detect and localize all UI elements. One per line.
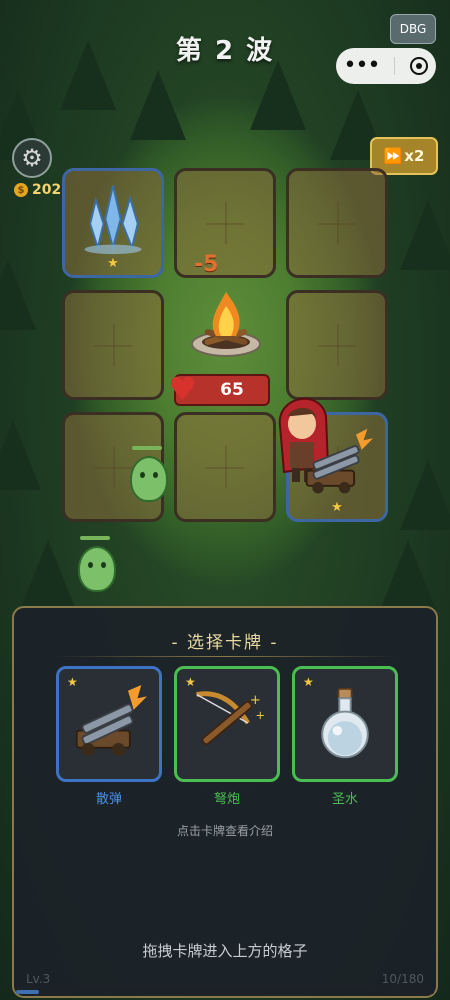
divider — [54, 656, 396, 657]
tree — [400, 460, 450, 530]
heart-icon: ♥ — [168, 370, 197, 408]
svg-text:+: + — [250, 693, 261, 708]
holy-water-icon — [321, 687, 369, 759]
slime-enemy — [78, 546, 116, 592]
speed-label: x2 — [404, 147, 425, 165]
slime-enemy — [130, 456, 168, 502]
card-crossbow[interactable]: ★ + + — [174, 666, 280, 782]
damage-number: -5 — [194, 252, 219, 277]
card-name: 散弹 — [95, 792, 122, 807]
miniprogram-capsule: ••• — [336, 48, 436, 84]
svg-text:+: + — [256, 708, 266, 722]
exp-bar-fill — [16, 990, 40, 994]
campfire-icon — [191, 292, 261, 357]
base-hp-value: 65 — [220, 380, 244, 400]
tree — [20, 540, 76, 610]
star-icon: ★ — [331, 500, 343, 515]
exp-bar — [16, 990, 434, 994]
enemy-hp-bar — [80, 536, 110, 540]
tree — [0, 420, 41, 490]
card-selection-panel: - 选择卡牌 - ★ ★ + + ★ 散弹 弩炮 圣水 点击卡牌查看介绍 拖拽卡… — [12, 606, 438, 998]
enemy-hp-bar — [132, 446, 162, 450]
grid-cell[interactable] — [62, 290, 164, 400]
panel-title: - 选择卡牌 - — [171, 633, 279, 653]
card-name: 弩炮 — [213, 792, 240, 807]
tap-hint: 点击卡牌查看介绍 — [176, 824, 273, 838]
debug-button[interactable]: DBG — [390, 14, 436, 44]
card-scatter[interactable]: ★ — [56, 666, 162, 782]
tree — [380, 540, 436, 610]
tree — [0, 260, 36, 330]
coin-icon: $ — [14, 183, 28, 197]
grid-cell[interactable]: ★ — [62, 168, 164, 278]
star-icon: ★ — [107, 256, 119, 271]
card-holy-water[interactable]: ★ — [292, 666, 398, 782]
level-label: Lv.3 — [26, 972, 51, 986]
card-name: 圣水 — [331, 792, 358, 807]
grid-cell[interactable] — [174, 168, 276, 278]
drag-hint: 拖拽卡牌进入上方的格子 — [142, 942, 308, 960]
tree — [130, 70, 186, 140]
grid-cell[interactable] — [286, 168, 388, 278]
tree — [400, 200, 450, 270]
cannon-icon — [305, 428, 374, 494]
grid-cell[interactable] — [286, 290, 388, 400]
ice-crystal-icon — [84, 185, 142, 255]
coin-amount: 202 — [32, 182, 62, 198]
capsule-divider — [394, 57, 396, 75]
fast-forward-icon: ⏩ — [383, 147, 403, 165]
coin-counter: $ 202 — [14, 182, 61, 198]
exp-text: 10/180 — [381, 972, 424, 986]
target-icon[interactable] — [410, 57, 429, 75]
gear-icon[interactable]: ⚙ — [12, 138, 52, 178]
cannon-icon — [75, 685, 147, 757]
crossbow-icon: + + — [196, 691, 266, 746]
grid-cell[interactable] — [174, 412, 276, 522]
grid-cell[interactable]: ★ — [286, 412, 388, 522]
more-icon[interactable]: ••• — [344, 55, 381, 77]
tree — [250, 60, 306, 130]
